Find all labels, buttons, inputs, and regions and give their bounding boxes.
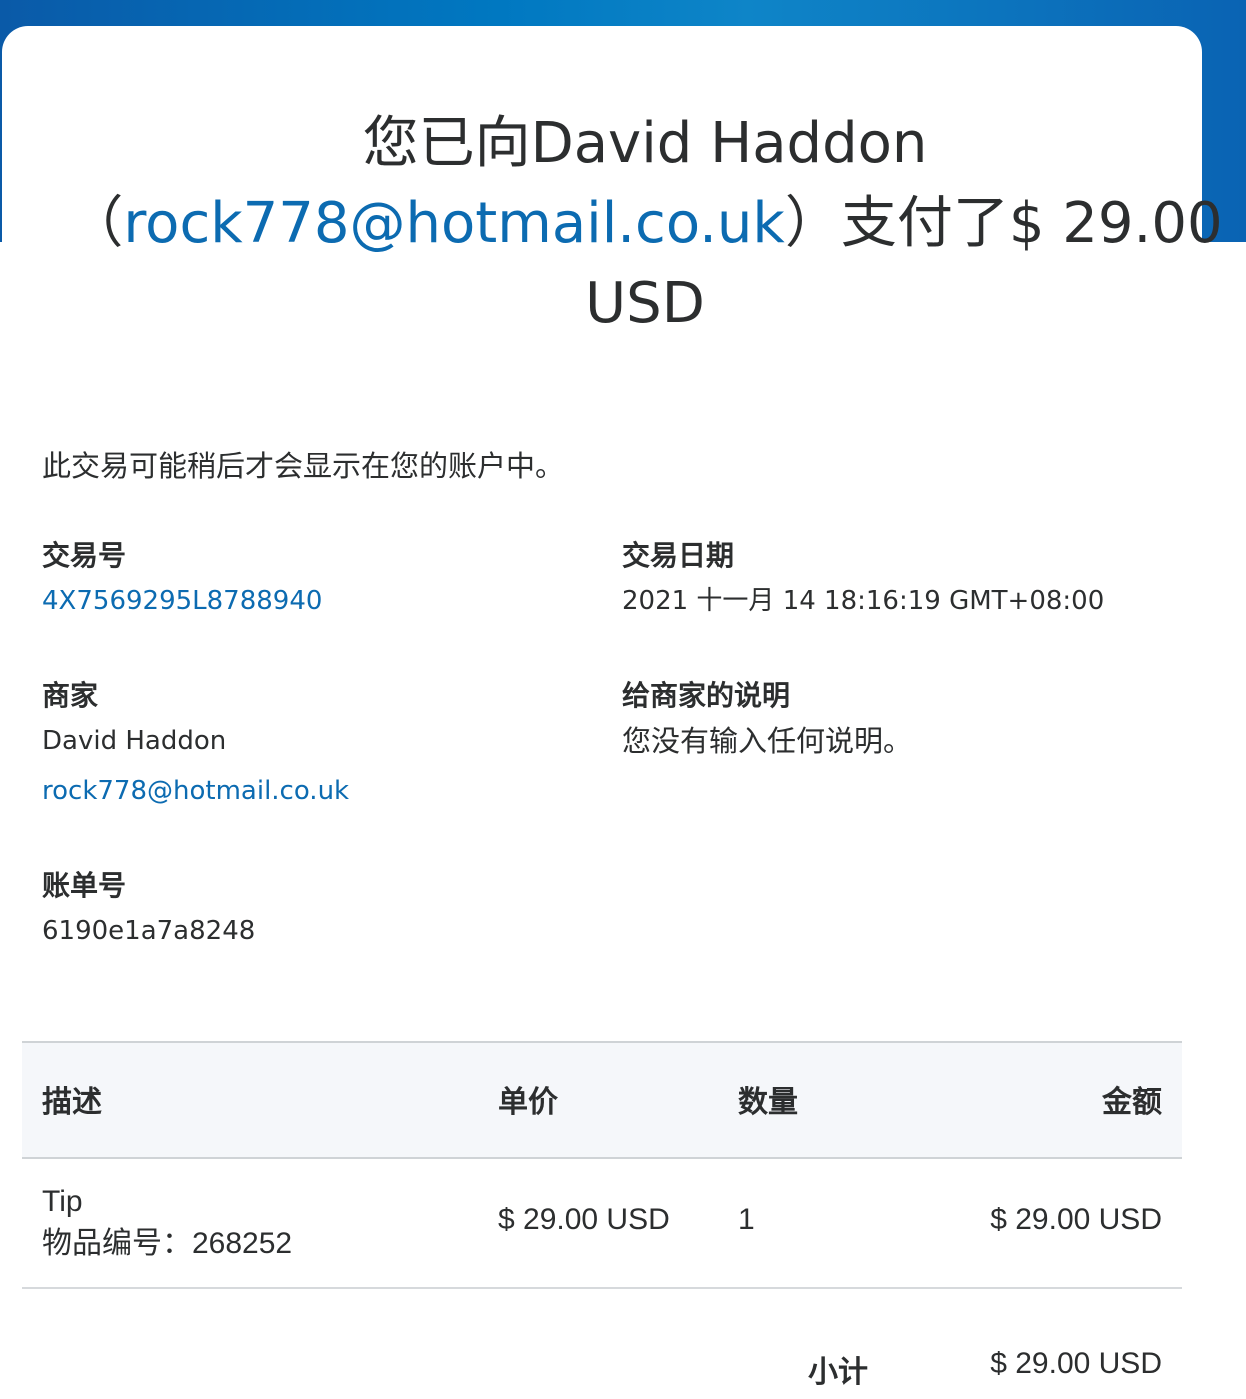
merchant-label: 商家 xyxy=(42,679,99,712)
item-name: Tip xyxy=(42,1185,83,1218)
items-table: 描述 单价 数量 金额 Tip 物品编号：268252 $ 29.00 USD … xyxy=(22,1041,1182,1399)
invoice-field: 账单号 6190e1a7a8248 xyxy=(42,866,255,956)
merchant-email-link[interactable]: rock778@hotmail.co.uk xyxy=(42,766,349,816)
headline-paren-open: （ xyxy=(67,191,124,256)
headline-recipient-email-link[interactable]: rock778@hotmail.co.uk xyxy=(123,191,784,256)
transaction-id-field: 交易号 4X7569295L8788940 xyxy=(42,536,322,626)
pending-notice: 此交易可能稍后才会显示在您的账户中。 xyxy=(42,449,565,483)
table-header: 描述 单价 数量 金额 xyxy=(22,1041,1182,1159)
column-unit-price: 单价 xyxy=(498,1085,558,1120)
merchant-name: David Haddon xyxy=(42,726,227,756)
column-amount: 金额 xyxy=(1102,1085,1162,1120)
item-number: 物品编号：268252 xyxy=(42,1227,293,1260)
table-row: Tip 物品编号：268252 $ 29.00 USD 1 $ 29.00 US… xyxy=(22,1159,1182,1289)
transaction-date-field: 交易日期 2021 十一月 14 18:16:19 GMT+08:00 xyxy=(622,536,1104,626)
subtotal-row: 小计 $ 29.00 USD xyxy=(22,1289,1182,1399)
merchant-field: 商家 David Haddon rock778@hotmail.co.uk xyxy=(42,676,349,816)
transaction-id-link[interactable]: 4X7569295L8788940 xyxy=(42,576,322,626)
subtotal-label: 小计 xyxy=(808,1355,868,1390)
item-amount: $ 29.00 USD xyxy=(990,1203,1162,1236)
merchant-note-field: 给商家的说明 您没有输入任何说明。 xyxy=(622,676,912,766)
headline-line-3: USD xyxy=(585,271,705,336)
transaction-id-label: 交易号 xyxy=(42,539,127,572)
payment-headline: 您已向David Haddon （rock778@hotmail.co.uk）支… xyxy=(0,104,1246,344)
headline-line-2: （rock778@hotmail.co.uk）支付了$ 29.00 xyxy=(0,184,1246,264)
merchant-note-label: 给商家的说明 xyxy=(622,679,791,712)
item-description: Tip 物品编号：268252 xyxy=(42,1181,292,1265)
column-description: 描述 xyxy=(42,1085,102,1120)
invoice-value: 6190e1a7a8248 xyxy=(42,916,256,946)
transaction-date-label: 交易日期 xyxy=(622,539,735,572)
headline-amount: ）支付了$ 29.00 xyxy=(784,191,1223,256)
merchant-note-value: 您没有输入任何说明。 xyxy=(622,724,913,758)
subtotal-value: $ 29.00 USD xyxy=(990,1347,1162,1380)
headline-line-1: 您已向David Haddon xyxy=(362,111,928,176)
column-quantity: 数量 xyxy=(738,1085,798,1120)
invoice-label: 账单号 xyxy=(42,869,127,902)
item-unit-price: $ 29.00 USD xyxy=(498,1203,670,1236)
item-quantity: 1 xyxy=(738,1203,755,1236)
transaction-date-value: 2021 十一月 14 18:16:19 GMT+08:00 xyxy=(622,586,1105,616)
